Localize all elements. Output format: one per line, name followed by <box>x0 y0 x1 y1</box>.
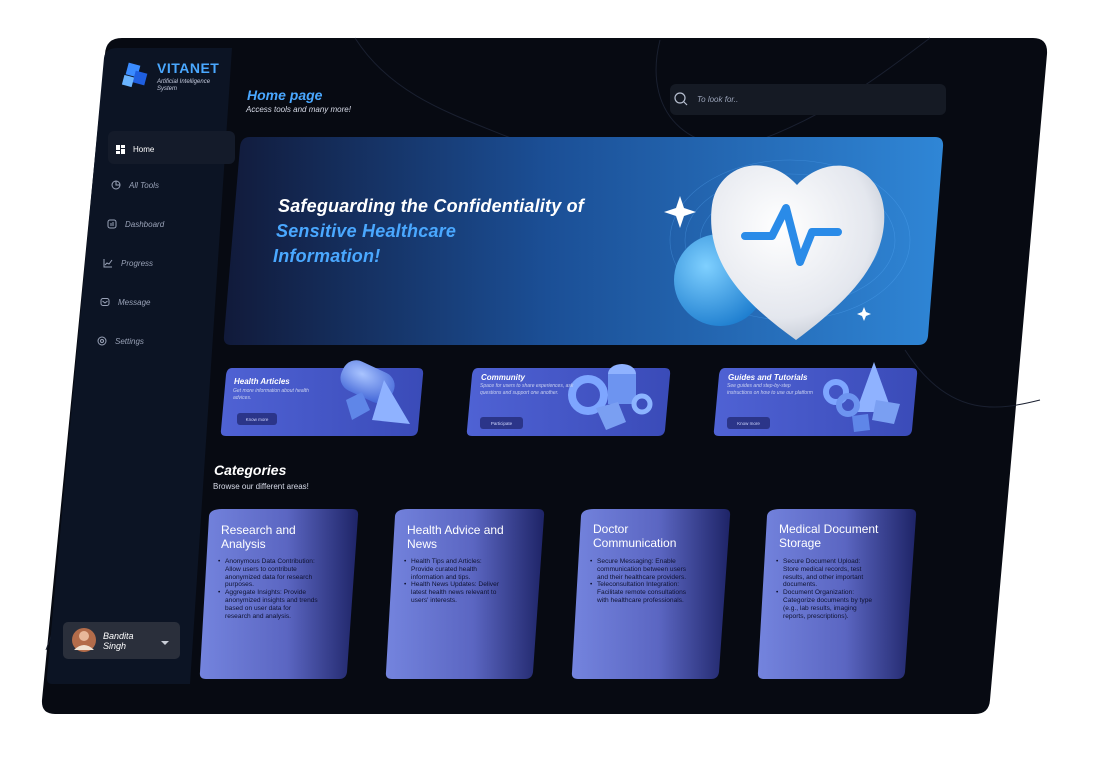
list-item: Anonymous Data Contribution: Allow users… <box>218 558 318 589</box>
hero-headline-line1: Safeguarding the Confidentiality of <box>278 196 585 216</box>
message-icon <box>100 297 110 307</box>
category-bullets: Secure Document Upload: Store medical re… <box>776 558 876 620</box>
chevron-down-icon[interactable] <box>160 634 170 645</box>
feature-title: Guides and Tutorials <box>728 373 808 382</box>
page-subtitle: Access tools and many more! <box>246 105 351 114</box>
pie-chart-icon <box>111 180 121 190</box>
user-first-name: Bandita <box>103 631 134 641</box>
brand-name: VITANET <box>157 60 220 76</box>
feature-description: See guides and step-by-step instructions… <box>727 383 813 396</box>
grid-icon <box>115 144 125 154</box>
categories-subtitle: Browse our different areas! <box>213 482 309 491</box>
search-placeholder: To look for.. <box>697 95 739 104</box>
sidebar-item-settings[interactable]: Settings <box>97 336 144 346</box>
sidebar-item-label: All Tools <box>129 180 159 190</box>
hero-headline-line3: Information! <box>273 246 381 266</box>
line-chart-icon <box>103 258 113 268</box>
sidebar-item-label: Message <box>118 297 151 307</box>
sidebar-item-label: Home <box>133 144 155 154</box>
list-item: Health News Updates: Deliver latest heal… <box>404 581 504 604</box>
feature-title: Health Articles <box>234 377 290 386</box>
sidebar-item-label: Progress <box>121 258 154 268</box>
category-title: Medical Document Storage <box>779 522 879 550</box>
feature-description: Space for users to share experiences, as… <box>480 383 574 396</box>
feature-title: Community <box>481 373 525 382</box>
sidebar-item-home[interactable]: Home <box>115 144 154 154</box>
search-icon <box>674 92 688 106</box>
user-name: Bandita Singh <box>103 631 153 651</box>
sidebar-item-message[interactable]: Message <box>100 297 150 307</box>
list-item: Secure Messaging: Enable communication b… <box>590 558 690 581</box>
category-bullets: Health Tips and Articles: Provide curate… <box>404 558 504 605</box>
heart-pulse-illustration <box>700 150 890 340</box>
user-last-name: Singh <box>103 641 127 651</box>
category-title: Research and Analysis <box>221 523 296 551</box>
page-title: Home page <box>247 87 323 103</box>
categories-heading: Categories <box>214 462 287 478</box>
sidebar-item-dashboard[interactable]: Dashboard <box>107 219 164 229</box>
gear-icon <box>97 336 107 346</box>
list-item: Document Organization: Categorize docume… <box>776 589 876 620</box>
list-item: Teleconsultation Integration: Facilitate… <box>590 581 690 604</box>
category-bullets: Anonymous Data Contribution: Allow users… <box>218 558 318 620</box>
feature-description: Get more information about health advice… <box>233 388 309 401</box>
avatar <box>72 628 96 652</box>
sidebar-item-label: Dashboard <box>125 219 165 229</box>
category-title: Doctor Communication <box>593 522 677 550</box>
category-title: Health Advice and News <box>407 523 504 551</box>
list-item: Aggregate Insights: Provide anonymized i… <box>218 589 318 620</box>
app-screen: VITANET Artificial Intelligence System H… <box>0 0 1107 777</box>
list-item: Secure Document Upload: Store medical re… <box>776 558 876 589</box>
know-more-button[interactable]: Know more <box>727 417 770 429</box>
dashboard-icon <box>107 219 117 229</box>
sidebar-item-progress[interactable]: Progress <box>103 258 153 268</box>
sidebar-item-all-tools[interactable]: All Tools <box>111 180 159 190</box>
sidebar-item-label: Settings <box>115 336 144 346</box>
brand-tagline: Artificial Intelligence System <box>157 79 211 92</box>
category-bullets: Secure Messaging: Enable communication b… <box>590 558 690 605</box>
list-item: Health Tips and Articles: Provide curate… <box>404 558 504 581</box>
know-more-button[interactable]: Know more <box>237 413 277 425</box>
hero-headline-line2: Sensitive Healthcare <box>276 221 457 241</box>
participate-button[interactable]: Participate <box>480 417 523 429</box>
